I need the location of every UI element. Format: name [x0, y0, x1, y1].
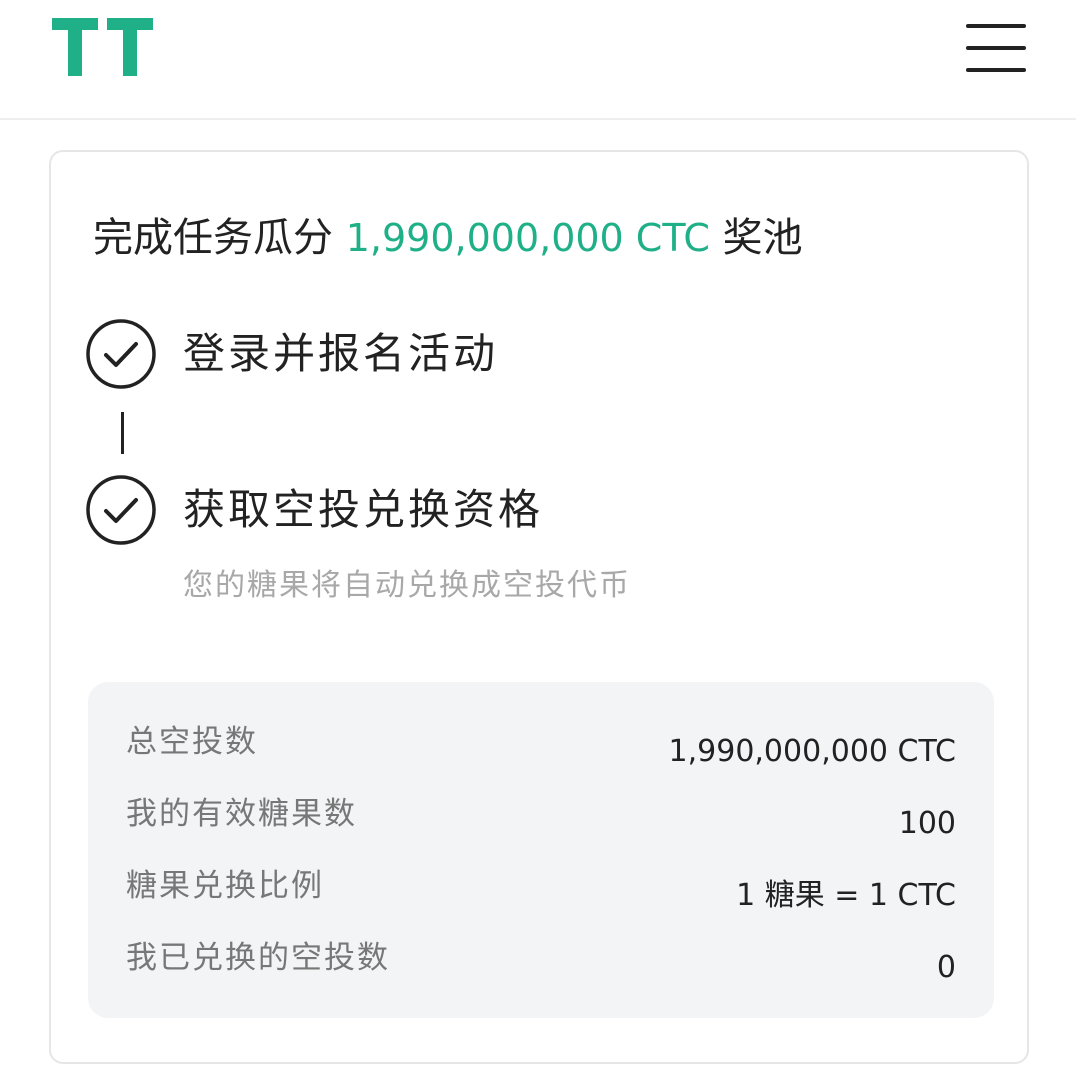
- step-label: 获取空投兑换资格: [183, 485, 544, 534]
- step-connector: [121, 412, 124, 454]
- stat-row-exchange-ratio: 糖果兑换比例 1 糖果 = 1 CTC: [126, 864, 956, 913]
- title-prefix: 完成任务瓜分: [93, 215, 333, 261]
- stat-label: 总空投数: [126, 724, 258, 760]
- stat-value: 1 糖果 = 1 CTC: [736, 878, 956, 913]
- step-label: 登录并报名活动: [183, 329, 499, 378]
- stat-value: 1,990,000,000 CTC: [668, 734, 956, 769]
- stat-row-total-airdrop: 总空投数 1,990,000,000 CTC: [126, 720, 956, 769]
- stat-label: 我已兑换的空投数: [126, 940, 390, 976]
- stat-label: 我的有效糖果数: [126, 796, 357, 832]
- stat-value: 0: [936, 950, 956, 985]
- step-description: 您的糖果将自动兑换成空投代币: [183, 568, 631, 603]
- check-circle-icon: [86, 475, 156, 545]
- tt-logo[interactable]: [52, 18, 153, 76]
- stat-label: 糖果兑换比例: [126, 868, 324, 904]
- title-suffix: 奖池: [722, 215, 803, 261]
- top-header: [0, 0, 1076, 120]
- check-circle-icon: [86, 319, 156, 389]
- stat-row-exchanged-airdrop: 我已兑换的空投数 0: [126, 936, 956, 985]
- airdrop-task-card: 完成任务瓜分 1,990,000,000 CTC 奖池 登录并报名活动 获取空投…: [49, 150, 1029, 1064]
- pool-amount: 1,990,000,000 CTC: [345, 216, 710, 260]
- airdrop-stats-panel: 总空投数 1,990,000,000 CTC 我的有效糖果数 100 糖果兑换比…: [88, 682, 994, 1018]
- stat-row-valid-candy: 我的有效糖果数 100: [126, 792, 956, 841]
- stat-value: 100: [898, 806, 956, 841]
- card-title: 完成任务瓜分 1,990,000,000 CTC 奖池: [93, 212, 803, 264]
- hamburger-menu-icon[interactable]: [966, 24, 1026, 72]
